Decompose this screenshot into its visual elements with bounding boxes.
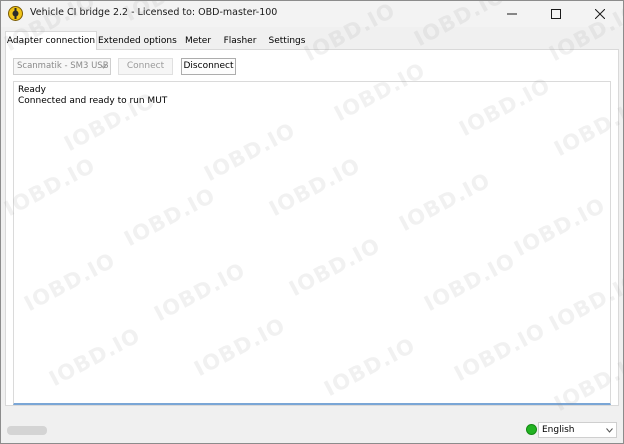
- chevron-down-icon: [100, 64, 107, 69]
- adapter-select[interactable]: Scanmatik - SM3 USB: [13, 58, 111, 75]
- tab-adapter-connection[interactable]: Adapter connection: [5, 31, 97, 50]
- tab-bar: Adapter connection Extended options Mete…: [5, 31, 619, 50]
- connect-button[interactable]: Connect: [118, 58, 173, 75]
- tab-meter[interactable]: Meter: [180, 33, 216, 49]
- log-line: Ready: [18, 85, 46, 95]
- disconnect-button[interactable]: Disconnect: [181, 58, 236, 75]
- app-window: Vehicle CI bridge 2.2 - Licensed to: OBD…: [0, 0, 624, 444]
- maximize-icon: [551, 9, 561, 19]
- close-button[interactable]: [578, 1, 622, 27]
- tab-settings[interactable]: Settings: [264, 33, 310, 49]
- log-output[interactable]: Ready Connected and ready to run MUT: [13, 81, 611, 405]
- adapter-select-value: Scanmatik - SM3 USB: [17, 61, 109, 71]
- connection-status-indicator: [526, 424, 537, 435]
- log-line: Connected and ready to run MUT: [18, 96, 168, 106]
- status-text-blurred: [7, 426, 47, 435]
- close-icon: [595, 9, 605, 19]
- chevron-down-icon: [606, 428, 613, 433]
- tab-extended-options[interactable]: Extended options: [98, 33, 177, 49]
- language-select-value: English: [542, 425, 575, 435]
- app-logo-icon: [8, 6, 23, 21]
- status-bar: English: [1, 419, 623, 443]
- minimize-icon: [507, 13, 517, 15]
- minimize-button[interactable]: [490, 1, 534, 27]
- language-select[interactable]: English: [538, 422, 617, 438]
- tab-flasher[interactable]: Flasher: [220, 33, 260, 49]
- maximize-button[interactable]: [534, 1, 578, 27]
- title-bar: Vehicle CI bridge 2.2 - Licensed to: OBD…: [1, 1, 623, 27]
- window-title: Vehicle CI bridge 2.2 - Licensed to: OBD…: [30, 7, 278, 18]
